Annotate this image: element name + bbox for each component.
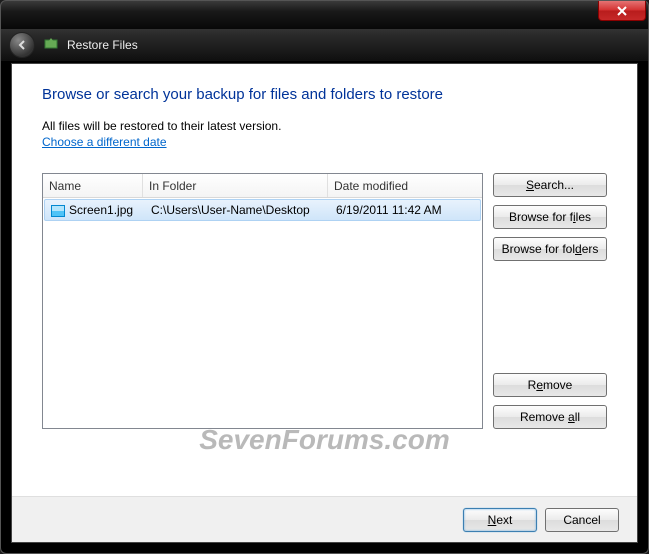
close-icon <box>617 6 627 16</box>
next-button[interactable]: Next <box>463 508 537 532</box>
content-area: Browse or search your backup for files a… <box>11 63 638 543</box>
cancel-button[interactable]: Cancel <box>545 508 619 532</box>
sub-text: All files will be restored to their late… <box>42 119 607 133</box>
table-row[interactable]: Screen1.jpg C:\Users\User-Name\Desktop 6… <box>44 199 481 221</box>
cell-date: 6/19/2011 11:42 AM <box>330 203 480 217</box>
back-button[interactable] <box>9 32 35 58</box>
window: Restore Files Browse or search your back… <box>0 0 649 554</box>
col-date[interactable]: Date modified <box>328 174 482 197</box>
remove-all-button[interactable]: Remove all <box>493 405 607 429</box>
footer: Next Cancel <box>12 496 637 542</box>
image-file-icon <box>51 205 65 217</box>
browse-folders-button[interactable]: Browse for folders <box>493 237 607 261</box>
window-title: Restore Files <box>67 38 138 52</box>
arrow-left-icon <box>16 39 28 51</box>
browse-files-button[interactable]: Browse for files <box>493 205 607 229</box>
col-name[interactable]: Name <box>43 174 143 197</box>
remove-button[interactable]: Remove <box>493 373 607 397</box>
button-column: Search... Browse for files Browse for fo… <box>493 173 607 429</box>
file-list: Name In Folder Date modified Screen1.jpg… <box>42 173 483 429</box>
close-button[interactable] <box>598 1 646 21</box>
search-button[interactable]: Search... <box>493 173 607 197</box>
cell-folder: C:\Users\User-Name\Desktop <box>145 203 330 217</box>
restore-icon <box>43 35 59 54</box>
col-folder[interactable]: In Folder <box>143 174 328 197</box>
choose-date-link[interactable]: Choose a different date <box>42 135 167 149</box>
list-header: Name In Folder Date modified <box>43 174 482 198</box>
main-heading: Browse or search your backup for files a… <box>42 86 607 103</box>
cell-name: Screen1.jpg <box>45 203 145 217</box>
titlebar <box>1 1 648 29</box>
header-strip: Restore Files <box>1 29 648 61</box>
